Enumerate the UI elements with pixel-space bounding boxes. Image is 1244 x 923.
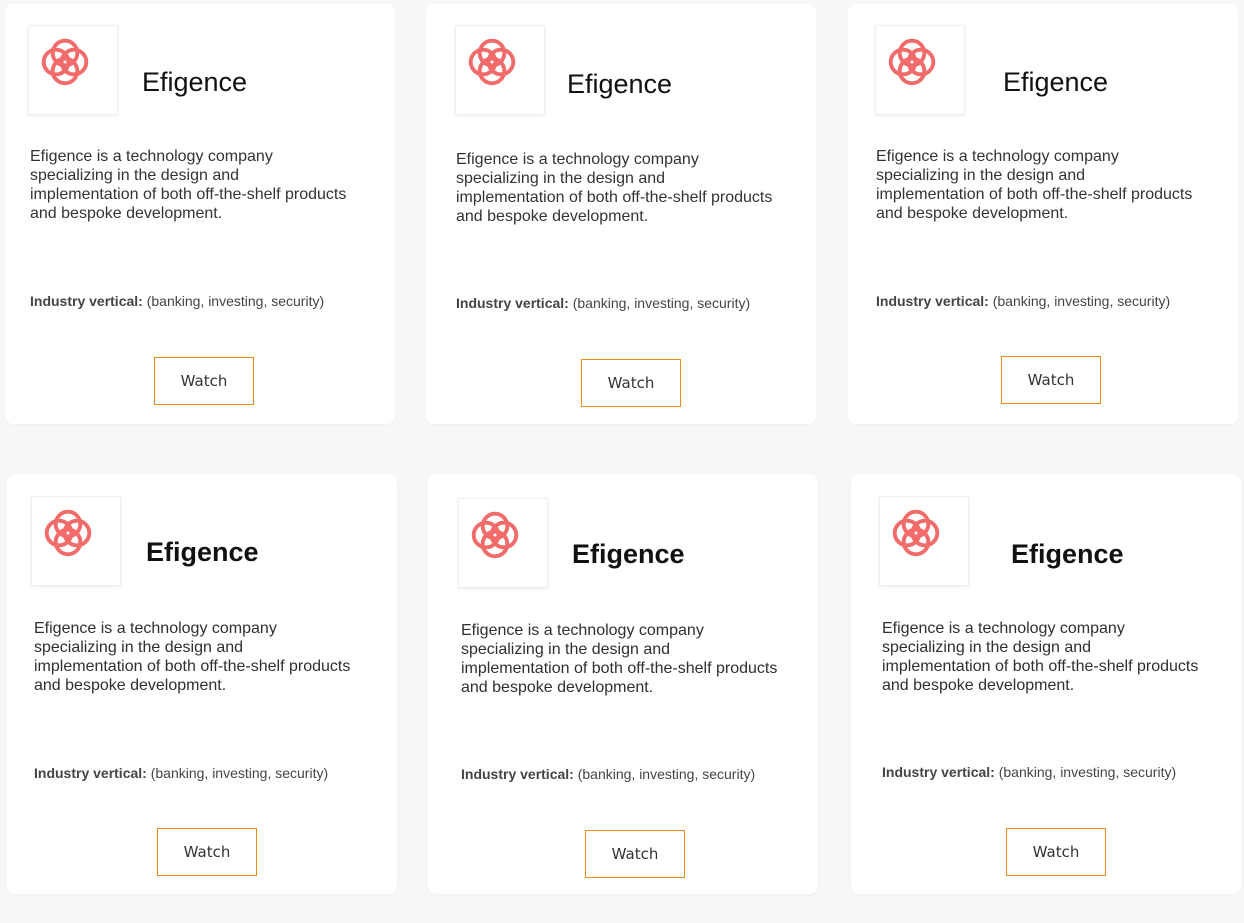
industry-label: Industry vertical:	[876, 293, 989, 309]
industry-vertical: Industry vertical: (banking, investing, …	[461, 759, 781, 789]
company-card: Efigence Efigence is a technology compan…	[851, 474, 1241, 894]
watch-button[interactable]: Watch	[154, 357, 254, 405]
industry-vertical: Industry vertical: (banking, investing, …	[34, 758, 354, 788]
company-card: Efigence Efigence is a technology compan…	[848, 4, 1238, 424]
company-logo	[458, 498, 548, 588]
company-card: Efigence Efigence is a technology compan…	[426, 4, 816, 424]
efigence-logo-icon	[892, 509, 940, 557]
company-logo	[879, 496, 969, 586]
efigence-logo-icon	[888, 38, 936, 86]
industry-value: (banking, investing, security)	[994, 764, 1177, 780]
company-name: Efigence	[572, 539, 685, 569]
company-name: Efigence	[567, 69, 673, 99]
efigence-logo-icon	[468, 38, 516, 86]
watch-button[interactable]: Watch	[585, 830, 685, 878]
company-logo	[875, 25, 965, 115]
watch-button[interactable]: Watch	[157, 828, 257, 876]
industry-label: Industry vertical:	[882, 764, 995, 780]
industry-value: (banking, investing, security)	[142, 293, 325, 309]
industry-value: (banking, investing, security)	[146, 765, 329, 781]
industry-label: Industry vertical:	[30, 293, 143, 309]
company-card: Efigence Efigence is a technology compan…	[5, 4, 395, 424]
watch-button[interactable]: Watch	[1006, 828, 1106, 876]
company-logo	[455, 25, 545, 115]
efigence-logo-icon	[44, 509, 92, 557]
company-description: Efigence is a technology company special…	[30, 148, 347, 222]
industry-vertical: Industry vertical: (banking, investing, …	[876, 286, 1196, 316]
company-logo	[31, 496, 121, 586]
industry-value: (banking, investing, security)	[568, 295, 751, 311]
industry-vertical: Industry vertical: (banking, investing, …	[882, 757, 1202, 787]
company-description: Efigence is a technology company special…	[456, 151, 773, 225]
industry-value: (banking, investing, security)	[988, 293, 1171, 309]
efigence-logo-icon	[41, 38, 89, 86]
company-logo	[28, 25, 118, 115]
company-description: Efigence is a technology company special…	[34, 620, 351, 694]
company-name: Efigence	[1003, 67, 1109, 97]
company-name: Efigence	[146, 537, 259, 567]
watch-button[interactable]: Watch	[581, 359, 681, 407]
efigence-logo-icon	[471, 511, 519, 559]
company-card: Efigence Efigence is a technology compan…	[7, 474, 397, 894]
industry-vertical: Industry vertical: (banking, investing, …	[456, 288, 776, 318]
industry-label: Industry vertical:	[34, 765, 147, 781]
company-card: Efigence Efigence is a technology compan…	[428, 474, 818, 894]
industry-vertical: Industry vertical: (banking, investing, …	[30, 286, 350, 316]
industry-label: Industry vertical:	[461, 766, 574, 782]
company-description: Efigence is a technology company special…	[461, 622, 778, 696]
industry-label: Industry vertical:	[456, 295, 569, 311]
company-name: Efigence	[1011, 539, 1124, 569]
watch-button[interactable]: Watch	[1001, 356, 1101, 404]
industry-value: (banking, investing, security)	[573, 766, 756, 782]
company-name: Efigence	[142, 67, 248, 97]
company-description: Efigence is a technology company special…	[882, 620, 1199, 694]
company-description: Efigence is a technology company special…	[876, 148, 1193, 222]
